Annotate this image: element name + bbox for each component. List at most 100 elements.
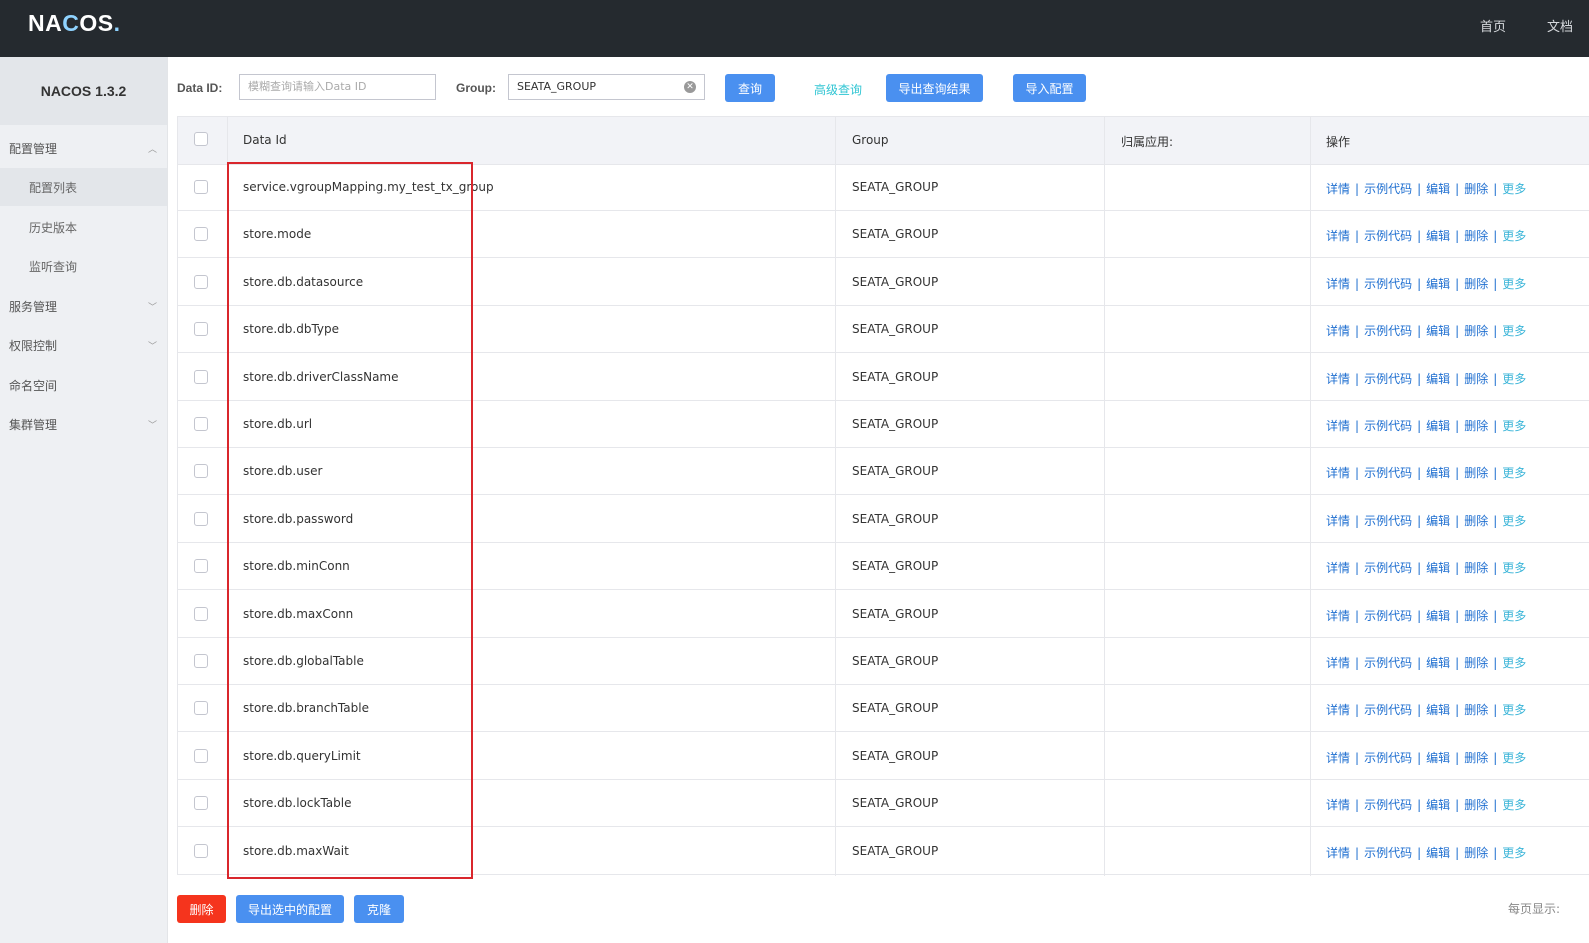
sidebar-item-config-management[interactable]: 配置管理 ︿ xyxy=(0,129,167,167)
row-checkbox[interactable] xyxy=(194,180,208,194)
sample-code-link[interactable]: 示例代码 xyxy=(1364,277,1412,291)
dataid-search-input[interactable]: 模糊查询请输入Data ID xyxy=(239,74,436,100)
import-config-button[interactable]: 导入配置 xyxy=(1013,74,1086,102)
delete-link[interactable]: 删除 xyxy=(1464,277,1488,291)
sample-code-link[interactable]: 示例代码 xyxy=(1364,466,1412,480)
more-link[interactable]: 更多 xyxy=(1502,419,1526,433)
nav-docs-link[interactable]: 文档 xyxy=(1547,16,1573,35)
delete-link[interactable]: 删除 xyxy=(1464,514,1488,528)
row-checkbox[interactable] xyxy=(194,606,208,621)
more-link[interactable]: 更多 xyxy=(1502,182,1526,196)
row-checkbox[interactable] xyxy=(194,227,208,242)
sidebar-item-history[interactable]: 历史版本 xyxy=(0,208,167,246)
more-link[interactable]: 更多 xyxy=(1502,798,1526,812)
row-checkbox[interactable] xyxy=(194,274,208,289)
row-checkbox[interactable] xyxy=(194,417,208,431)
detail-link[interactable]: 详情 xyxy=(1326,277,1350,291)
export-query-results-button[interactable]: 导出查询结果 xyxy=(886,74,983,102)
advanced-query-link[interactable]: 高级查询 xyxy=(814,81,862,98)
row-checkbox[interactable] xyxy=(194,701,208,716)
nav-home-link[interactable]: 首页 xyxy=(1480,16,1506,35)
detail-link[interactable]: 详情 xyxy=(1326,372,1350,386)
detail-link[interactable]: 详情 xyxy=(1326,751,1350,765)
edit-link[interactable]: 编辑 xyxy=(1426,703,1450,717)
detail-link[interactable]: 详情 xyxy=(1326,798,1350,812)
row-checkbox[interactable] xyxy=(194,843,208,858)
sample-code-link[interactable]: 示例代码 xyxy=(1364,846,1412,860)
edit-link[interactable]: 编辑 xyxy=(1426,182,1450,196)
more-link[interactable]: 更多 xyxy=(1502,703,1526,717)
edit-link[interactable]: 编辑 xyxy=(1426,514,1450,528)
edit-link[interactable]: 编辑 xyxy=(1426,277,1450,291)
detail-link[interactable]: 详情 xyxy=(1326,609,1350,623)
more-link[interactable]: 更多 xyxy=(1502,751,1526,765)
detail-link[interactable]: 详情 xyxy=(1326,514,1350,528)
edit-link[interactable]: 编辑 xyxy=(1426,751,1450,765)
export-selected-button[interactable]: 导出选中的配置 xyxy=(236,895,344,923)
edit-link[interactable]: 编辑 xyxy=(1426,846,1450,860)
detail-link[interactable]: 详情 xyxy=(1326,324,1350,338)
detail-link[interactable]: 详情 xyxy=(1326,229,1350,243)
clear-icon[interactable]: ✕ xyxy=(684,81,696,93)
sidebar-item-config-list[interactable]: 配置列表 xyxy=(0,168,167,206)
row-checkbox[interactable] xyxy=(194,654,208,668)
sample-code-link[interactable]: 示例代码 xyxy=(1364,182,1412,196)
sidebar-item-cluster-management[interactable]: 集群管理 ﹀ xyxy=(0,405,167,443)
more-link[interactable]: 更多 xyxy=(1502,466,1526,480)
row-checkbox[interactable] xyxy=(194,511,208,526)
edit-link[interactable]: 编辑 xyxy=(1426,324,1450,338)
sample-code-link[interactable]: 示例代码 xyxy=(1364,609,1412,623)
delete-link[interactable]: 删除 xyxy=(1464,703,1488,717)
sidebar-item-namespace[interactable]: 命名空间 xyxy=(0,366,167,404)
edit-link[interactable]: 编辑 xyxy=(1426,609,1450,623)
row-checkbox[interactable] xyxy=(194,748,208,763)
more-link[interactable]: 更多 xyxy=(1502,609,1526,623)
nacos-logo[interactable]: NACOS. xyxy=(28,10,120,37)
sample-code-link[interactable]: 示例代码 xyxy=(1364,324,1412,338)
delete-link[interactable]: 删除 xyxy=(1464,609,1488,623)
sample-code-link[interactable]: 示例代码 xyxy=(1364,656,1412,670)
delete-link[interactable]: 删除 xyxy=(1464,656,1488,670)
delete-selected-button[interactable]: 删除 xyxy=(177,895,226,923)
edit-link[interactable]: 编辑 xyxy=(1426,229,1450,243)
more-link[interactable]: 更多 xyxy=(1502,656,1526,670)
delete-link[interactable]: 删除 xyxy=(1464,846,1488,860)
clone-button[interactable]: 克隆 xyxy=(354,895,404,923)
row-checkbox[interactable] xyxy=(194,559,208,574)
edit-link[interactable]: 编辑 xyxy=(1426,419,1450,433)
row-checkbox[interactable] xyxy=(194,796,208,811)
detail-link[interactable]: 详情 xyxy=(1326,703,1350,717)
delete-link[interactable]: 删除 xyxy=(1464,229,1488,243)
delete-link[interactable]: 删除 xyxy=(1464,466,1488,480)
row-checkbox[interactable] xyxy=(194,369,208,384)
delete-link[interactable]: 删除 xyxy=(1464,324,1488,338)
delete-link[interactable]: 删除 xyxy=(1464,751,1488,765)
detail-link[interactable]: 详情 xyxy=(1326,561,1350,575)
more-link[interactable]: 更多 xyxy=(1502,324,1526,338)
delete-link[interactable]: 删除 xyxy=(1464,561,1488,575)
edit-link[interactable]: 编辑 xyxy=(1426,656,1450,670)
sample-code-link[interactable]: 示例代码 xyxy=(1364,372,1412,386)
detail-link[interactable]: 详情 xyxy=(1326,846,1350,860)
sample-code-link[interactable]: 示例代码 xyxy=(1364,419,1412,433)
edit-link[interactable]: 编辑 xyxy=(1426,466,1450,480)
detail-link[interactable]: 详情 xyxy=(1326,419,1350,433)
detail-link[interactable]: 详情 xyxy=(1326,182,1350,196)
more-link[interactable]: 更多 xyxy=(1502,277,1526,291)
edit-link[interactable]: 编辑 xyxy=(1426,372,1450,386)
edit-link[interactable]: 编辑 xyxy=(1426,798,1450,812)
delete-link[interactable]: 删除 xyxy=(1464,798,1488,812)
delete-link[interactable]: 删除 xyxy=(1464,372,1488,386)
sample-code-link[interactable]: 示例代码 xyxy=(1364,703,1412,717)
sidebar-item-listener-query[interactable]: 监听查询 xyxy=(0,247,167,285)
detail-link[interactable]: 详情 xyxy=(1326,466,1350,480)
more-link[interactable]: 更多 xyxy=(1502,846,1526,860)
sample-code-link[interactable]: 示例代码 xyxy=(1364,751,1412,765)
delete-link[interactable]: 删除 xyxy=(1464,182,1488,196)
sample-code-link[interactable]: 示例代码 xyxy=(1364,229,1412,243)
select-all-checkbox[interactable] xyxy=(194,132,208,146)
sidebar-item-access-control[interactable]: 权限控制 ﹀ xyxy=(0,326,167,364)
edit-link[interactable]: 编辑 xyxy=(1426,561,1450,575)
detail-link[interactable]: 详情 xyxy=(1326,656,1350,670)
row-checkbox[interactable] xyxy=(194,464,208,479)
